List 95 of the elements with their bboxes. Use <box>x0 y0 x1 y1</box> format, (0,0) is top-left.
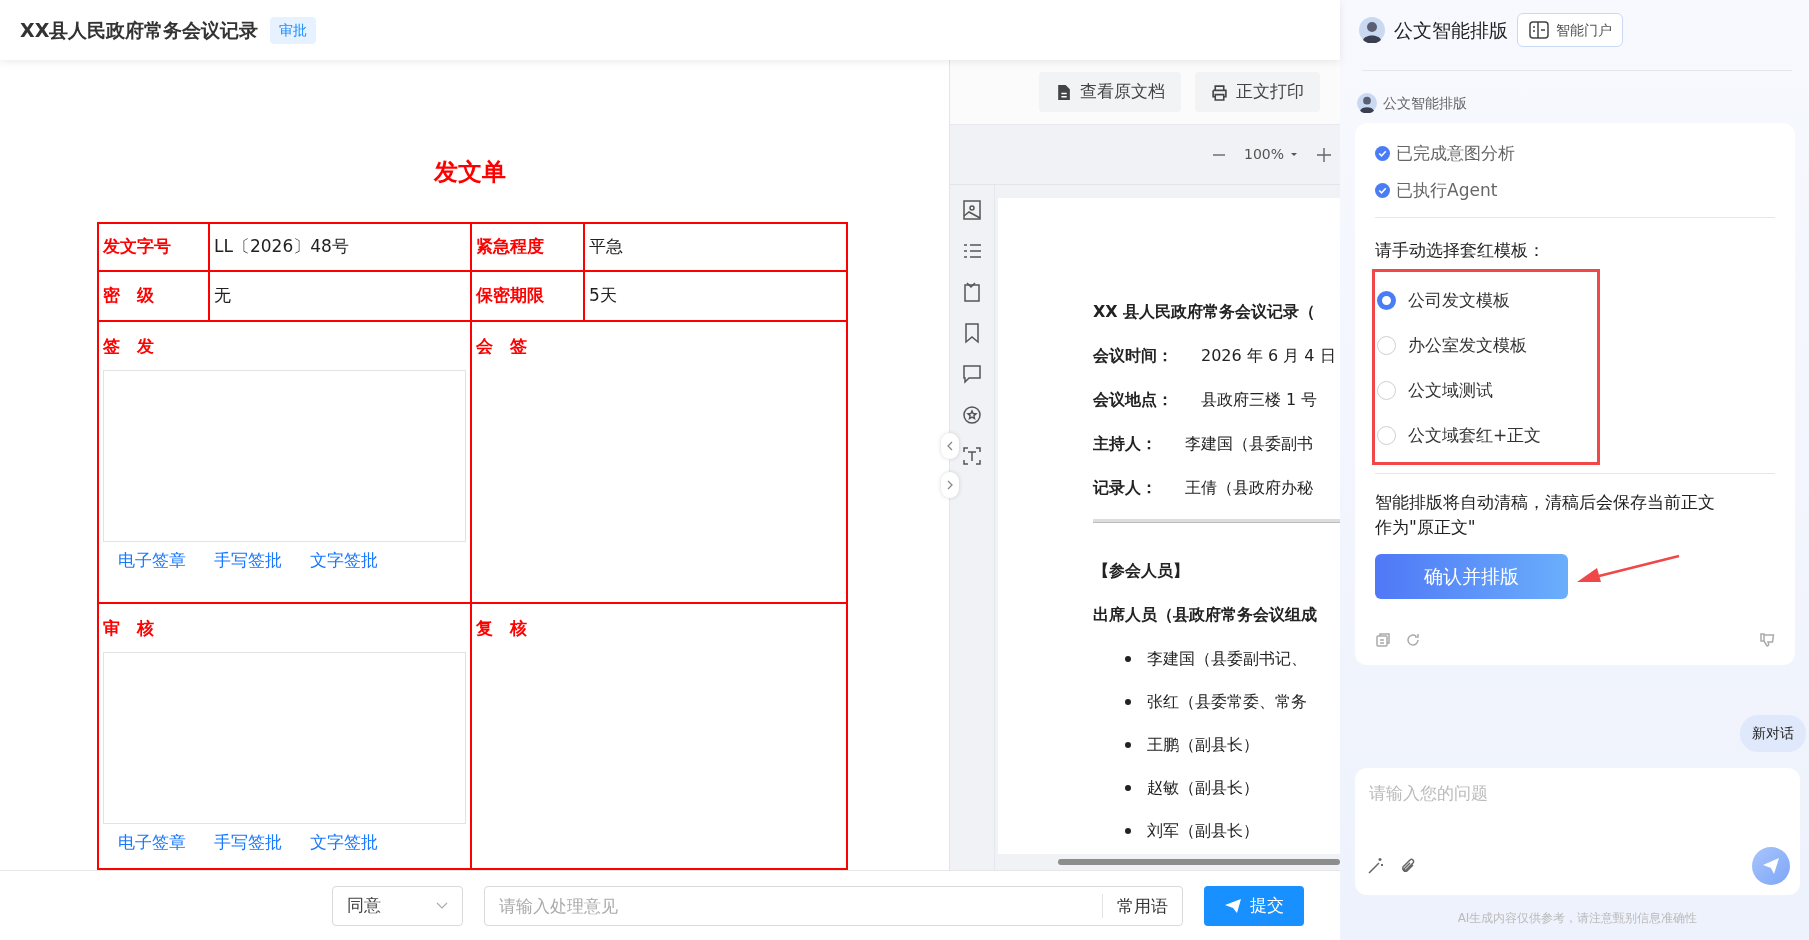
avatar <box>1357 93 1377 113</box>
toolbar-button[interactable]: 查看原文档 <box>1039 72 1181 112</box>
disclaimer: AI生成内容仅供参考，请注意甄别信息准确性 <box>1456 910 1699 927</box>
portal-button[interactable]: 智能门户 <box>1517 13 1623 47</box>
subheading: 出席人员（县政府常务会议组成 <box>1093 604 1318 626</box>
status-tag: 审批 <box>270 16 317 44</box>
field-label: 紧急程度 <box>471 223 584 271</box>
template-option[interactable]: 办公室发文模板 <box>1375 323 1597 368</box>
field-label: 密 级 <box>98 271 209 321</box>
list-item: 王鹏（副县长） <box>1147 734 1259 756</box>
meta-label: 记录人： <box>1093 477 1157 499</box>
section-label: 签 发 <box>103 335 155 358</box>
scrollbar-thumb[interactable] <box>1058 859 1340 865</box>
phrases-button[interactable]: 常用语 <box>1102 893 1182 918</box>
bullet-icon <box>1125 785 1131 791</box>
meta-value: 李建国（县委副书 <box>1185 433 1313 455</box>
chevron-right-icon <box>946 480 954 490</box>
chat-input[interactable]: 请输入您的问题 <box>1367 778 1790 808</box>
avatar <box>1359 17 1385 43</box>
sender-name: 公文智能排版 <box>1383 93 1467 113</box>
document-icon <box>1055 83 1072 101</box>
form-title: 发文单 <box>432 157 507 188</box>
text-recognition-icon[interactable] <box>961 445 983 467</box>
section-label: 复 核 <box>476 617 528 640</box>
chevron-down-icon <box>436 901 448 910</box>
bullet-icon <box>1125 828 1131 834</box>
sign-link[interactable]: 电子签章 <box>118 548 186 576</box>
field-value: 平急 <box>584 223 847 271</box>
document-title: XX 县人民政府常务会议记录（ <box>1093 301 1317 323</box>
sign-link[interactable]: 手写签批 <box>214 830 282 858</box>
list-item: 张红（县委常委、常务 <box>1147 691 1307 713</box>
chevron-left-icon <box>946 441 954 451</box>
list-item: 赵敏（副县长） <box>1147 777 1259 799</box>
opinion-select[interactable]: 同意 <box>332 885 463 926</box>
bullet-icon <box>1125 699 1131 705</box>
paper-plane-icon <box>1762 857 1780 875</box>
image-icon[interactable] <box>961 199 983 221</box>
comment-icon[interactable] <box>961 363 983 385</box>
note-text: 智能排版将自动清稿，清稿后会保存当前正文作为"原正文" <box>1375 491 1716 539</box>
field-value: LL〔2026〕48号 <box>209 223 471 271</box>
step-label: 已完成意图分析 <box>1396 141 1515 165</box>
page-icon[interactable] <box>961 281 983 303</box>
template-option[interactable]: 公司发文模板 <box>1375 278 1597 323</box>
plus-icon <box>1316 146 1333 163</box>
portal-icon <box>1528 19 1550 41</box>
list-item: 李建国（县委副书记、 <box>1147 648 1307 670</box>
send-button[interactable] <box>1752 847 1790 885</box>
option-label: 办公室发文模板 <box>1408 333 1527 357</box>
meta-label: 会议地点： <box>1093 389 1173 411</box>
meta-label: 会议时间： <box>1093 345 1173 367</box>
expand-right-button[interactable] <box>941 472 959 498</box>
section-label: 会 签 <box>476 335 528 358</box>
sign-link[interactable]: 电子签章 <box>118 830 186 858</box>
field-label: 保密期限 <box>471 271 584 321</box>
page-title: XX县人民政府常务会议记录 <box>20 17 259 43</box>
sign-link[interactable]: 文字签批 <box>310 548 378 576</box>
meta-value: 县政府三楼 1 号 <box>1201 389 1318 411</box>
section-label: 审 核 <box>103 617 155 640</box>
zoom-dropdown[interactable]: 100% <box>1244 144 1299 165</box>
collapse-left-button[interactable] <box>941 433 959 459</box>
zoom-in-button[interactable] <box>1316 146 1333 163</box>
assistant-title: 公文智能排版 <box>1394 17 1508 43</box>
prompt-text: 请手动选择套红模板： <box>1375 239 1546 262</box>
list-item: 刘军（副县长） <box>1147 820 1259 842</box>
paper-plane-icon <box>1224 897 1242 914</box>
minus-icon <box>1212 153 1226 156</box>
bullet-icon <box>1125 656 1131 662</box>
bullet-icon <box>1125 742 1131 748</box>
sign-link[interactable]: 文字签批 <box>310 830 378 858</box>
magic-wand-icon[interactable] <box>1367 857 1385 875</box>
paperclip-icon[interactable] <box>1399 857 1417 875</box>
field-value: 5天 <box>584 271 847 321</box>
opinion-input[interactable]: 请输入处理意见 常用语 <box>484 885 1183 926</box>
step-label: 已执行Agent <box>1396 178 1498 202</box>
field-label: 发文字号 <box>98 223 209 271</box>
field-value: 无 <box>209 271 471 321</box>
sign-link[interactable]: 手写签批 <box>214 548 282 576</box>
thumbs-down-icon[interactable] <box>1759 632 1775 648</box>
template-option[interactable]: 公文域测试 <box>1375 368 1597 413</box>
meta-value: 王倩（县政府办秘 <box>1185 477 1313 499</box>
refresh-icon[interactable] <box>1405 632 1421 648</box>
toolbar-button[interactable]: 正文打印 <box>1195 72 1320 112</box>
option-label: 公司发文模板 <box>1408 288 1510 312</box>
meta-value: 2026 年 6 月 4 日 <box>1201 345 1336 367</box>
option-label: 公文域测试 <box>1408 378 1493 402</box>
radio-button[interactable] <box>1377 291 1396 310</box>
template-option[interactable]: 公文域套红+正文 <box>1375 413 1597 458</box>
zoom-out-button[interactable] <box>1212 153 1226 156</box>
option-label: 公文域套红+正文 <box>1408 423 1542 447</box>
printer-icon <box>1211 83 1228 101</box>
copy-icon[interactable] <box>1375 632 1391 648</box>
meta-label: 主持人： <box>1093 433 1157 455</box>
caret-icon <box>1290 152 1299 157</box>
new-chat-button[interactable]: 新对话 <box>1740 715 1806 752</box>
section-heading: 【参会人员】 <box>1093 560 1190 582</box>
